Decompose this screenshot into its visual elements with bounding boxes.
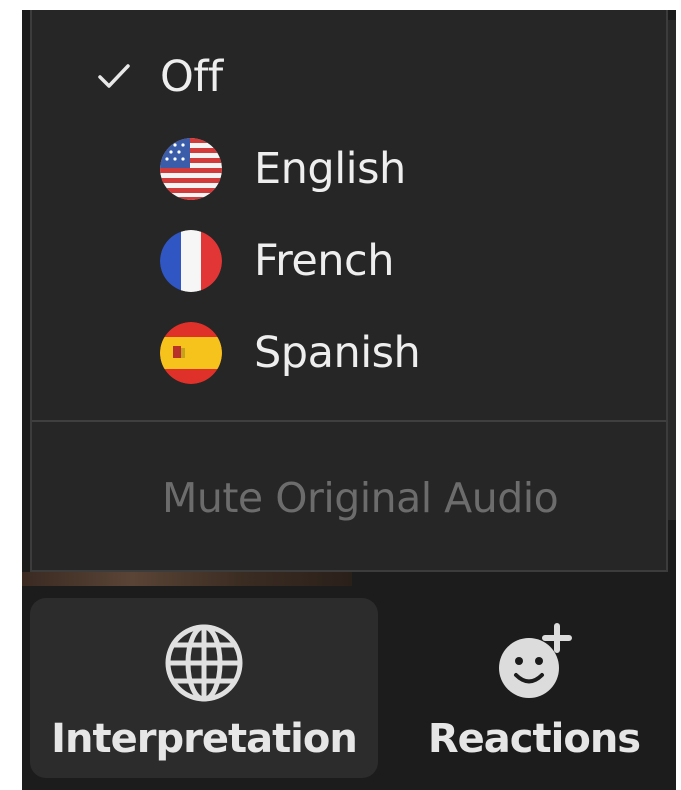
interpretation-button[interactable]: Interpretation <box>30 598 378 778</box>
reactions-button[interactable]: Reactions <box>414 598 654 778</box>
france-flag-icon <box>160 230 222 292</box>
interpretation-menu: Off English French Spanish Mute Original… <box>30 10 668 572</box>
meeting-window: Off English French Spanish Mute Original… <box>22 10 676 790</box>
globe-icon <box>165 624 243 702</box>
us-flag-icon <box>160 138 222 200</box>
menu-item-english[interactable]: English <box>32 126 666 212</box>
menu-item-off[interactable]: Off <box>32 34 666 120</box>
mute-original-audio-label: Mute Original Audio <box>162 474 559 522</box>
menu-item-label: Off <box>160 52 223 102</box>
mute-original-audio-item[interactable]: Mute Original Audio <box>32 450 666 546</box>
video-preview-edge <box>22 572 352 586</box>
reactions-label: Reactions <box>427 716 641 762</box>
meeting-toolbar: Interpretation Reactions <box>22 586 676 790</box>
interpretation-label: Interpretation <box>51 716 358 762</box>
add-reaction-icon <box>499 623 572 698</box>
menu-divider <box>32 420 666 422</box>
menu-item-french[interactable]: French <box>32 218 666 304</box>
menu-item-label: English <box>254 144 406 194</box>
menu-item-label: French <box>254 236 394 286</box>
menu-item-spanish[interactable]: Spanish <box>32 310 666 396</box>
checkmark-icon <box>98 64 130 88</box>
menu-item-label: Spanish <box>254 328 421 378</box>
spain-flag-icon <box>160 322 222 384</box>
